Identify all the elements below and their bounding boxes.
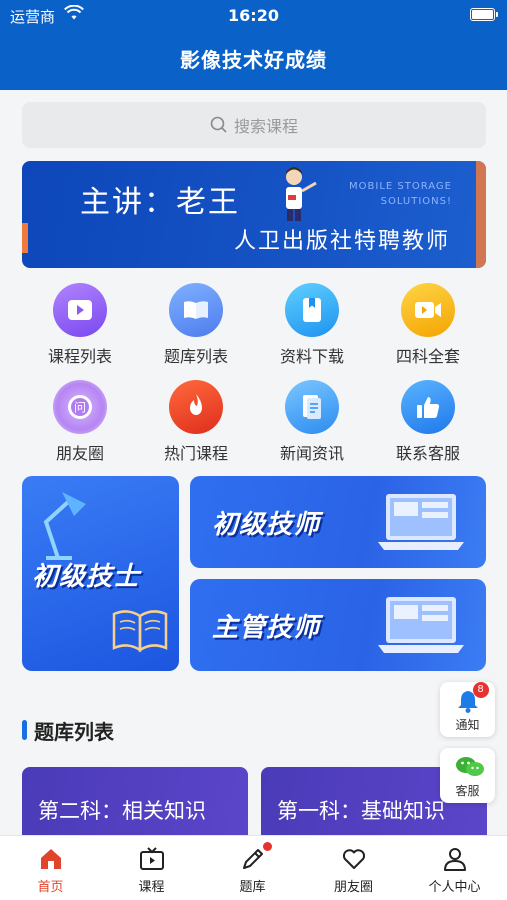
tab-question-bank[interactable]: 题库 [202,842,303,895]
book-icon [169,283,223,337]
menu-item-course-list[interactable]: 课程列表 [22,283,138,373]
video-icon [401,283,455,337]
banner-tagline-1: MOBILE STORAGE [349,181,452,192]
open-book-illustration [112,610,168,653]
tab-bar: 首页 课程 题库 朋友圈 个人中心 [0,835,507,900]
battery-icon [470,8,498,21]
home-icon [38,846,64,872]
laptop-illustration [378,597,464,653]
thumbs-up-icon [401,380,455,434]
pencil-icon [240,842,272,872]
search-placeholder: 搜索课程 [233,117,298,136]
search-bar[interactable]: 搜索课程 [22,102,486,148]
status-time: 16:20 [228,6,279,25]
menu-item-downloads[interactable]: 资料下载 [254,283,370,373]
banner-accent [476,161,486,268]
menu-label: 新闻资讯 [279,444,344,463]
svg-text:问: 问 [74,401,86,415]
bell-icon: 8 [455,682,489,714]
menu-item-moments[interactable]: 问 朋友圈 [22,380,138,470]
notification-badge: 8 [472,682,489,698]
menu-item-four-subjects[interactable]: 四科全套 [370,283,486,373]
menu-item-customer-service[interactable]: 联系客服 [370,380,486,470]
laptop-illustration [378,494,464,550]
menu-item-news[interactable]: 新闻资讯 [254,380,370,470]
play-icon [53,283,107,337]
banner-subtitle: 人卫出版社特聘教师 [233,229,450,254]
customer-service-button[interactable]: 客服 [440,748,495,803]
tab-label: 个人中心 [428,880,481,895]
promo-junior-technician[interactable]: 初级技士 [22,476,179,671]
promo-right-bottom-title: 主管技师 [212,613,321,643]
menu-label: 课程列表 [47,347,112,366]
lecturer-banner[interactable]: 主讲：老王 MOBILE STORAGE SOLUTIONS! 人卫出版社特聘教… [22,161,486,268]
promo-right-top-title: 初级技师 [212,510,321,540]
notification-label: 通知 [455,718,480,732]
menu-label: 资料下载 [279,347,344,366]
tab-courses[interactable]: 课程 [101,846,202,895]
tab-moments[interactable]: 朋友圈 [303,846,404,895]
banner-tagline-2: SOLUTIONS! [380,196,452,207]
menu-label: 四科全套 [395,347,460,366]
promo-junior-practitioner[interactable]: 初级技师 [190,476,486,568]
wechat-icon [455,754,484,780]
menu-item-question-bank[interactable]: 题库列表 [138,283,254,373]
tab-label: 首页 [37,880,64,895]
menu-label: 热门课程 [163,444,228,463]
new-dot [262,842,272,851]
document-icon [285,380,339,434]
customer-service-label: 客服 [455,784,480,798]
search-icon [210,116,227,133]
tab-label: 课程 [138,880,165,895]
banner-accent-left [22,223,28,253]
promo-supervisor[interactable]: 主管技师 [190,579,486,671]
user-icon [442,846,468,872]
question-icon: 问 [53,380,107,434]
menu-item-hot-courses[interactable]: 热门课程 [138,380,254,470]
tv-icon [139,846,165,872]
question-bank-card-2[interactable]: 第二科：相关知识 [22,767,248,837]
banner-tagline: MOBILE STORAGE SOLUTIONS! [349,179,452,209]
bookmark-icon [285,283,339,337]
fire-icon [169,380,223,434]
teacher-illustration [286,167,317,221]
menu-label: 朋友圈 [55,444,104,463]
tab-home[interactable]: 首页 [0,846,101,895]
page-title: 影像技术好成绩 [180,48,327,72]
section-title: 题库列表 [22,716,114,745]
tab-label: 题库 [239,880,266,895]
heart-icon [341,846,367,872]
menu-label: 联系客服 [395,444,460,463]
app-header: 运营商 16:20 影像技术好成绩 [0,0,507,90]
banner-lecturer: 主讲：老王 [80,185,240,220]
tab-label: 朋友圈 [333,880,373,895]
menu-label: 题库列表 [163,347,228,366]
notification-button[interactable]: 8 通知 [440,682,495,737]
promo-left-title: 初级技士 [32,562,141,592]
tab-profile[interactable]: 个人中心 [404,846,505,895]
status-bar: 运营商 16:20 [0,0,507,30]
desk-lamp-illustration [43,492,86,560]
